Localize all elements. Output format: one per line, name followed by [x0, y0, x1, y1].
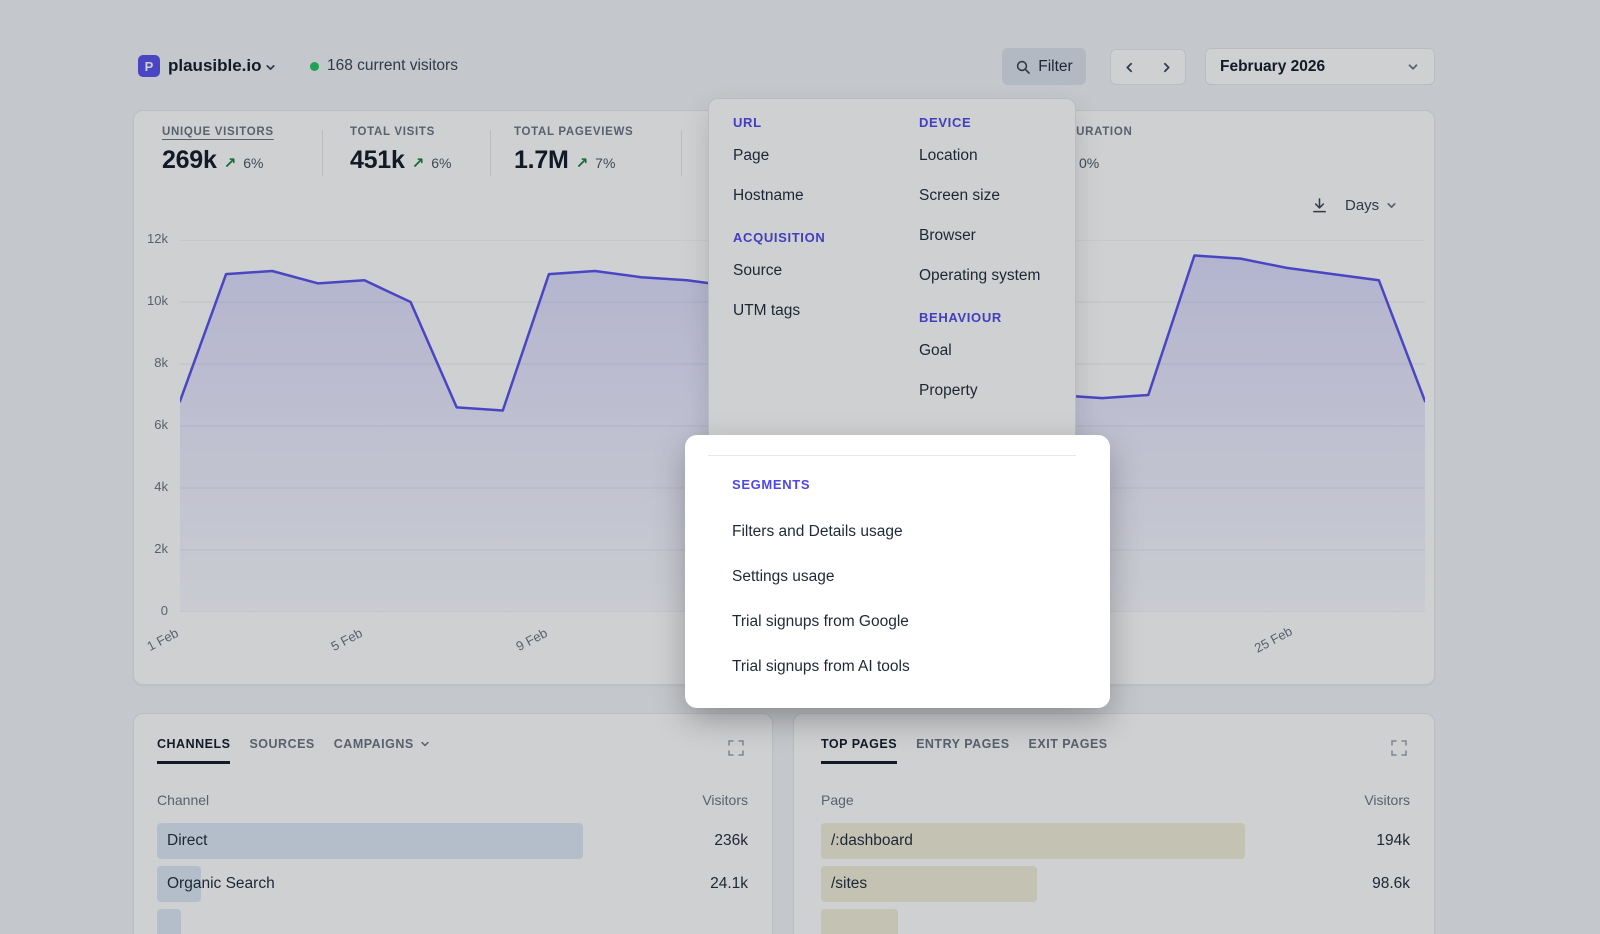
segment-item-trial-signups-google[interactable]: Trial signups from Google [732, 599, 1080, 644]
divider [708, 455, 1076, 456]
segment-item-filters-details-usage[interactable]: Filters and Details usage [732, 509, 1080, 554]
segments-list: Filters and Details usage Settings usage… [732, 509, 1080, 689]
segments-spotlight: SEGMENTS Filters and Details usage Setti… [685, 435, 1110, 708]
filter-section-segments: SEGMENTS [732, 477, 810, 492]
segment-item-settings-usage[interactable]: Settings usage [732, 554, 1080, 599]
segment-item-trial-signups-ai-tools[interactable]: Trial signups from AI tools [732, 644, 1080, 689]
